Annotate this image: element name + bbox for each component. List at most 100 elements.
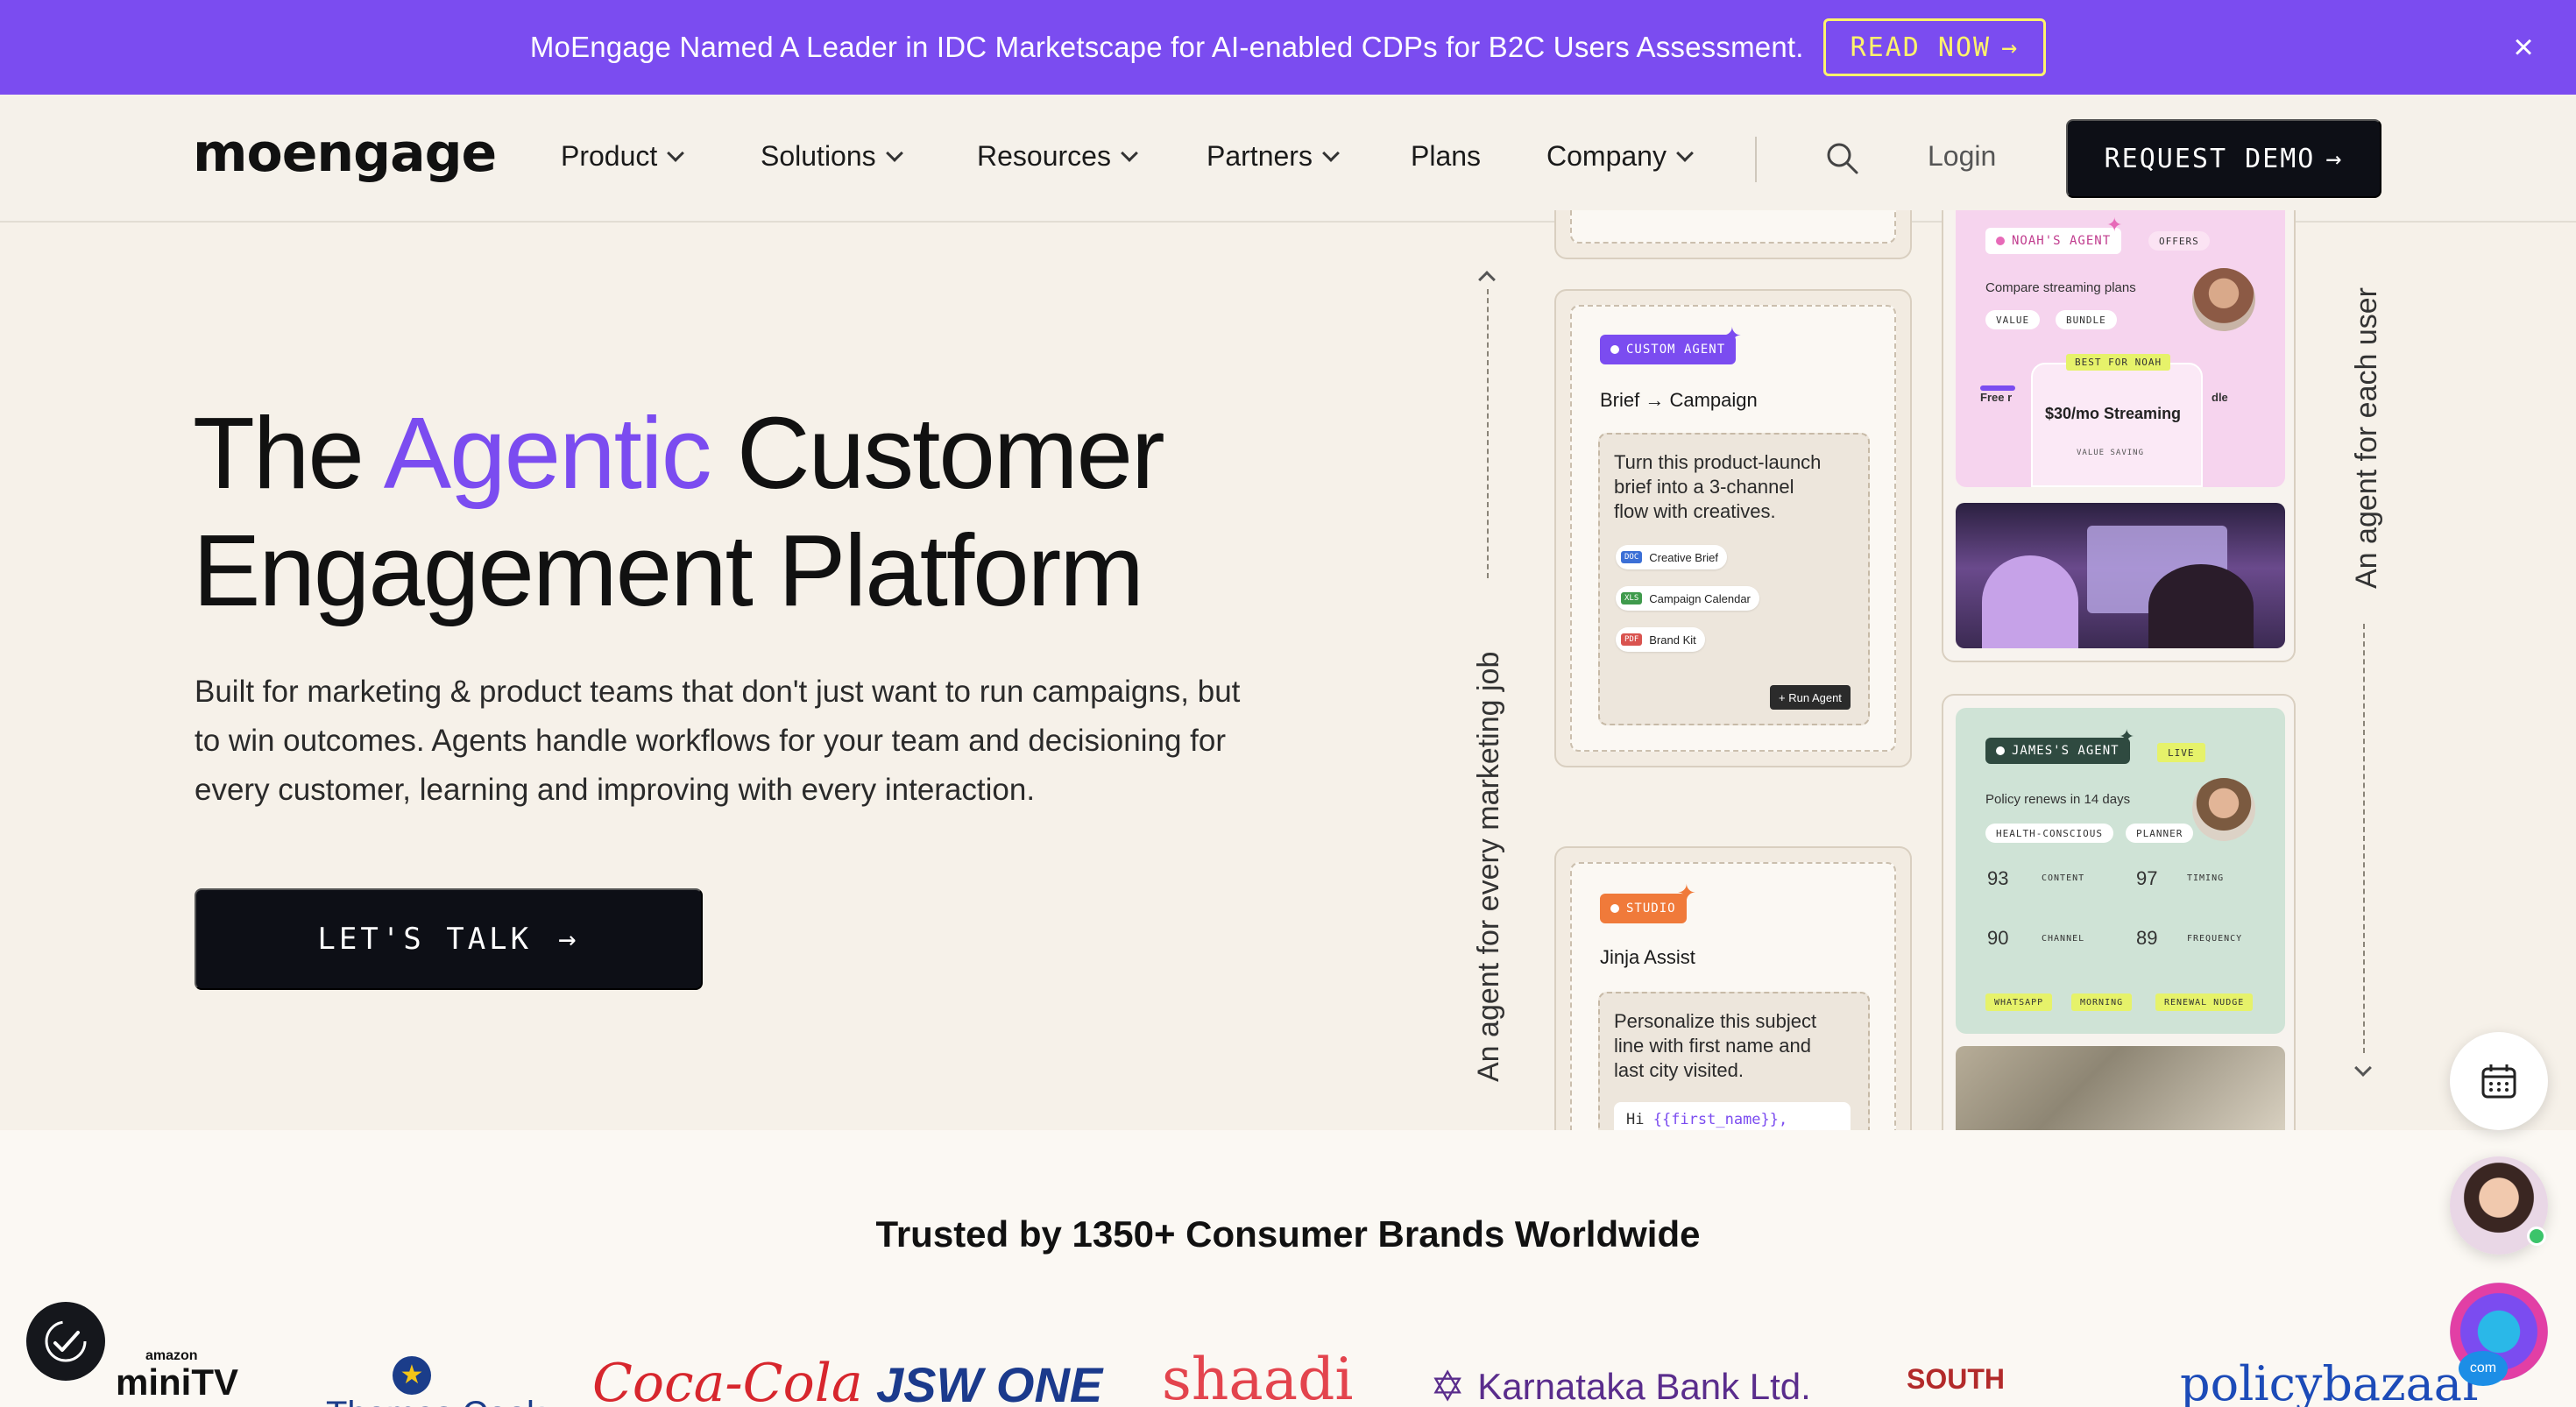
nav-item-label: Product [561, 140, 658, 172]
score-label: FREQUENCY [2187, 934, 2243, 944]
close-icon[interactable]: × [2504, 28, 2543, 67]
nav-item-partners[interactable]: Partners [1207, 140, 1340, 173]
code-input[interactable]: Hi {{first_name}}, [1614, 1102, 1851, 1130]
agent-card-partial [1554, 210, 1912, 259]
chevron-down-icon [885, 144, 903, 162]
lets-talk-button[interactable]: LET'S TALK → [195, 888, 703, 990]
sparkle-icon: ✦ [1677, 880, 1696, 906]
brand-logo-south-indian-bank: SOUTH [1907, 1363, 2005, 1395]
offers-badge: OFFERS [2148, 231, 2210, 251]
brand-logo-karnataka-bank: ✡ Karnataka Bank Ltd. [1430, 1362, 1811, 1407]
file-name: Brand Kit [1649, 633, 1696, 647]
calendar-icon [2481, 1064, 2516, 1099]
pill-label: CUSTOM AGENT [1626, 343, 1726, 357]
accessibility-icon [45, 1320, 87, 1362]
accessibility-button[interactable] [26, 1302, 105, 1381]
request-demo-button[interactable]: REQUEST DEMO → [2066, 119, 2381, 198]
channel-chip: RENEWAL NUDGE [2155, 993, 2254, 1011]
offer-accent [1980, 385, 2015, 391]
code-variable: {{first_name}}, [1652, 1111, 1788, 1128]
nav-item-label: Plans [1411, 140, 1482, 172]
sparkle-icon: ✦ [2119, 725, 2135, 747]
assistant-badge: com [2459, 1351, 2508, 1386]
arrow-right-icon: → [2325, 143, 2344, 174]
lets-talk-label: LET'S TALK [317, 922, 533, 957]
prompt-line: last city visited. [1614, 1059, 1744, 1081]
request-demo-label: REQUEST DEMO [2104, 143, 2316, 174]
brand-logo-amazon-minitv: amazon miniTV [116, 1349, 238, 1402]
announcement-bar: MoEngage Named A Leader in IDC Marketsca… [0, 0, 2576, 95]
pill-label: STUDIO [1626, 901, 1676, 916]
chevron-down-icon [1676, 144, 1694, 162]
nav-item-label: Solutions [761, 140, 876, 172]
search-icon[interactable] [1824, 140, 1859, 175]
read-now-label: READ NOW [1850, 32, 1992, 63]
viewer-silhouette [1982, 555, 2078, 648]
support-avatar[interactable] [2450, 1156, 2548, 1255]
prompt-line: Turn this product-launch [1614, 451, 1822, 473]
file-type-tag: PDF [1621, 633, 1643, 646]
brand-logo-jsw-one: JSW ONE [876, 1357, 1103, 1407]
streaming-image [1956, 503, 2285, 648]
thomas-cook-icon: ★ [393, 1356, 431, 1395]
custom-agent-card[interactable]: CUSTOM AGENT ✦ Brief → Campaign Turn thi… [1554, 289, 1912, 767]
file-chip[interactable]: XLS Campaign Calendar [1616, 586, 1759, 611]
pill-dot [1996, 746, 2005, 755]
moengage-logo[interactable]: moengage [193, 123, 497, 184]
dashed-line [1487, 289, 1489, 578]
score-label: CHANNEL [2042, 934, 2085, 944]
pill-label: NOAH'S AGENT [2012, 234, 2112, 248]
hero-subtitle: Built for marketing & product teams that… [195, 668, 1299, 815]
nav-item-company[interactable]: Company [1546, 140, 1694, 173]
nav-item-solutions[interactable]: Solutions [761, 140, 903, 173]
james-tag: HEALTH-CONSCIOUS [1985, 824, 2113, 843]
agent-pill: JAMES'S AGENT [1985, 738, 2130, 764]
best-offer-card[interactable]: BEST FOR NOAH $30/mo Streaming VALUE SAV… [2031, 354, 2203, 487]
nav-item-resources[interactable]: Resources [977, 140, 1138, 173]
james-agent-card[interactable]: JAMES'S AGENT ✦ LIVE Policy renews in 14… [1942, 694, 2296, 1130]
sparkle-icon: ✦ [2106, 214, 2123, 236]
james-tag: PLANNER [2126, 824, 2194, 843]
prompt-line: Personalize this subject [1614, 1010, 1817, 1032]
card-inner [1570, 210, 1896, 244]
sparkle-icon: ✦ [1723, 322, 1742, 349]
brand-logo-text: Karnataka Bank Ltd. [1477, 1366, 1811, 1407]
file-name: Campaign Calendar [1649, 591, 1751, 605]
noah-agent-card[interactable]: NOAH'S AGENT ✦ OFFERS Compare streaming … [1942, 210, 2296, 662]
file-chip[interactable]: DOC Creative Brief [1616, 545, 1728, 569]
main-nav: moengage Product Solutions Resources Par… [0, 95, 2576, 223]
live-badge: LIVE [2157, 743, 2205, 762]
chevron-down-icon [667, 144, 685, 162]
calendar-button[interactable] [2450, 1032, 2548, 1130]
viewer-silhouette [2148, 564, 2254, 648]
studio-card[interactable]: STUDIO ✦ Jinja Assist Personalize this s… [1554, 846, 1912, 1130]
read-now-button[interactable]: READ NOW → [1822, 18, 2047, 76]
dashed-line [2363, 624, 2365, 1053]
hero-title-pre: The [193, 396, 384, 510]
karnataka-bank-icon: ✡ [1430, 1364, 1466, 1407]
pill-dot [1996, 237, 2005, 245]
file-name: Creative Brief [1649, 550, 1719, 564]
file-type-tag: XLS [1621, 592, 1643, 605]
prompt-line: line with first name and [1614, 1035, 1811, 1057]
prompt-line: flow with creatives. [1614, 500, 1776, 522]
chevron-down-icon [2354, 1059, 2372, 1077]
login-link[interactable]: Login [1928, 140, 1996, 173]
noah-desc: Compare streaming plans [1985, 280, 2136, 295]
file-chip[interactable]: PDF Brand Kit [1616, 627, 1705, 652]
prompt-text: Personalize this subject line with first… [1614, 1009, 1816, 1083]
agent-pill: NOAH'S AGENT [1985, 228, 2122, 254]
nav-item-product[interactable]: Product [561, 140, 685, 173]
assistant-avatar[interactable]: com [2450, 1283, 2548, 1386]
channel-chip: MORNING [2071, 993, 2133, 1011]
offer-fragment: dle [2212, 391, 2228, 404]
code-prefix: Hi [1626, 1111, 1653, 1128]
score-value: 89 [2136, 927, 2158, 949]
run-agent-button[interactable]: + Run Agent [1770, 685, 1851, 710]
nav-item-label: Company [1546, 140, 1667, 172]
nav-item-label: Resources [977, 140, 1111, 172]
nav-item-label: Partners [1207, 140, 1313, 172]
nav-item-plans[interactable]: Plans [1411, 140, 1481, 173]
score-value: 93 [1987, 867, 2009, 889]
hero-title-accent: Agentic [383, 396, 712, 510]
